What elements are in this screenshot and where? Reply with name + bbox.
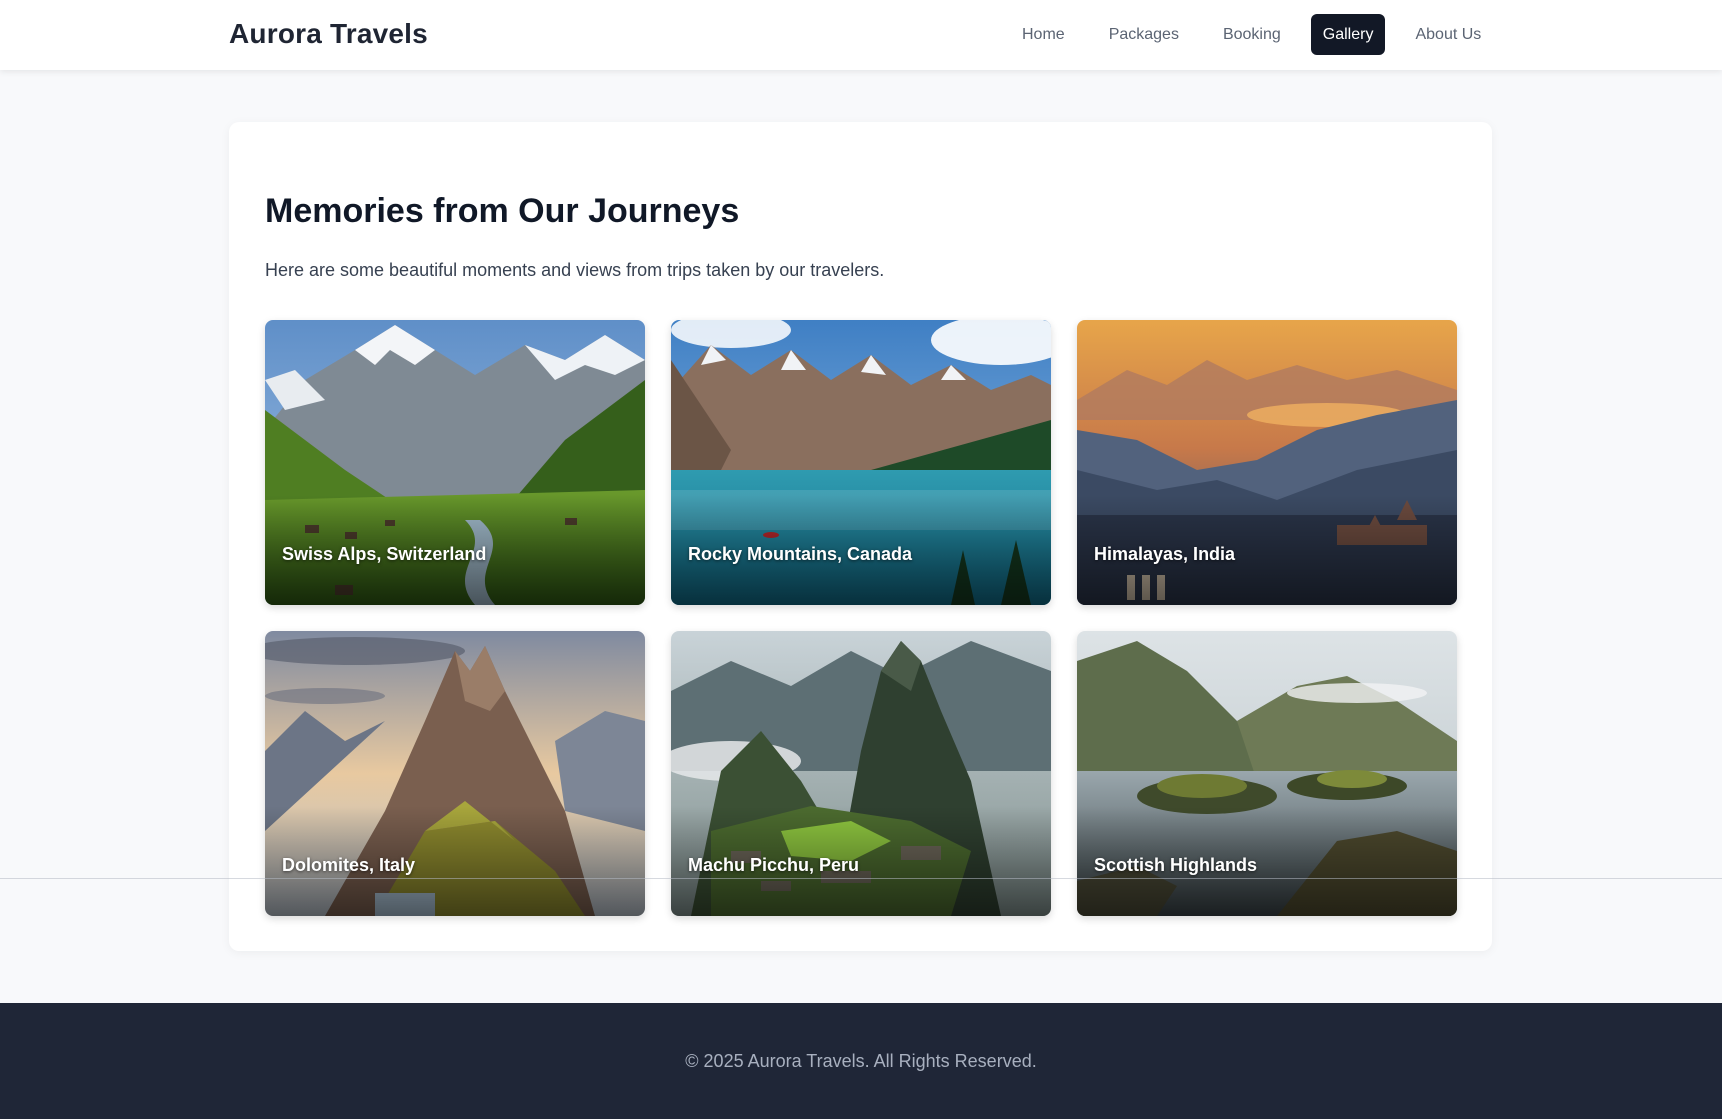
gallery-item-himalayas[interactable]: Himalayas, India bbox=[1077, 320, 1457, 605]
gallery-caption: Swiss Alps, Switzerland bbox=[282, 544, 487, 564]
gallery-caption: Rocky Mountains, Canada bbox=[688, 544, 913, 564]
gallery-caption: Machu Picchu, Peru bbox=[688, 855, 860, 875]
gallery-intro: Here are some beautiful moments and view… bbox=[265, 260, 885, 280]
gallery-item-rocky-mountains[interactable]: Rocky Mountains, Canada bbox=[671, 320, 1051, 605]
gallery-item-scottish-highlands[interactable]: Scottish Highlands bbox=[1077, 631, 1457, 916]
nav-packages[interactable]: Packages bbox=[1095, 14, 1193, 55]
nav-gallery[interactable]: Gallery bbox=[1310, 14, 1386, 55]
main-nav: Home Packages Booking Gallery About Us bbox=[1008, 14, 1495, 55]
gallery-item-machu-picchu[interactable]: Machu Picchu, Peru bbox=[671, 631, 1051, 916]
nav-home[interactable]: Home bbox=[1008, 14, 1079, 55]
page-title: Memories from Our Journeys bbox=[265, 192, 740, 230]
nav-about-us[interactable]: About Us bbox=[1401, 14, 1495, 55]
site-header: Aurora Travels Home Packages Booking Gal… bbox=[0, 0, 1722, 70]
footer-copyright: © 2025 Aurora Travels. All Rights Reserv… bbox=[685, 1051, 1037, 1071]
nav-booking[interactable]: Booking bbox=[1209, 14, 1295, 55]
gallery-caption: Scottish Highlands bbox=[1094, 855, 1258, 875]
gallery-caption: Himalayas, India bbox=[1094, 544, 1236, 564]
gallery-item-dolomites[interactable]: Dolomites, Italy bbox=[265, 631, 645, 916]
gallery-item-swiss-alps[interactable]: Swiss Alps, Switzerland bbox=[265, 320, 645, 605]
site-footer: © 2025 Aurora Travels. All Rights Reserv… bbox=[0, 1003, 1722, 1119]
gallery-card: Memories from Our Journeys Here are some… bbox=[229, 122, 1492, 951]
gallery-caption: Dolomites, Italy bbox=[282, 855, 416, 875]
page-divider bbox=[0, 878, 1722, 879]
brand-logo-text[interactable]: Aurora Travels bbox=[229, 18, 428, 50]
